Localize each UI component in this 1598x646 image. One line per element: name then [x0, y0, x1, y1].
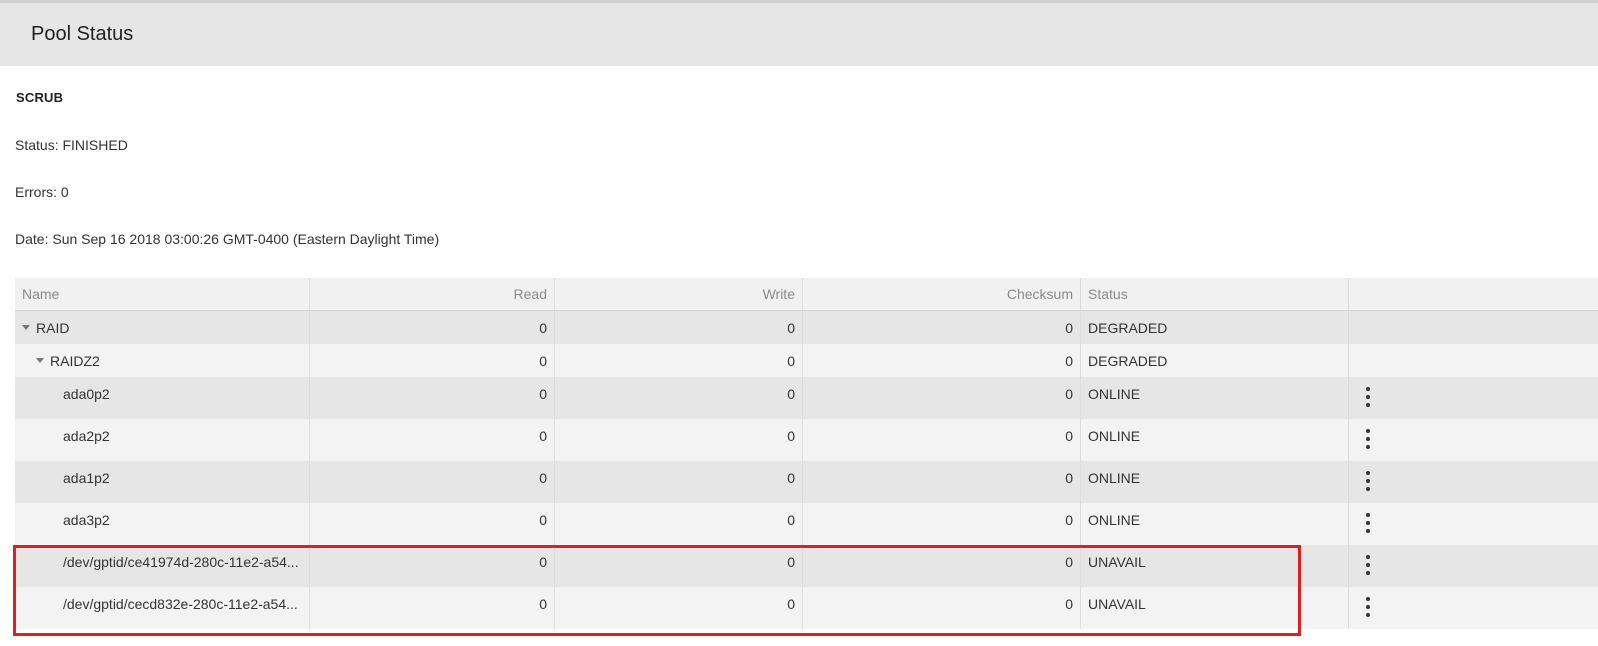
- column-header-write[interactable]: Write: [555, 278, 803, 310]
- write-cell: 0: [555, 419, 803, 461]
- status-cell: UNAVAIL: [1081, 587, 1349, 629]
- write-cell: 0: [555, 587, 803, 629]
- name-cell: /dev/gptid/ce41974d-280c-11e2-a54...: [15, 545, 310, 587]
- table-row: /dev/gptid/cecd832e-280c-11e2-a54... 0 0…: [15, 587, 1598, 629]
- write-cell: 0: [555, 377, 803, 419]
- checksum-cell: 0: [803, 344, 1081, 377]
- caret-down-icon[interactable]: [36, 358, 44, 363]
- table-row-raidz2: RAIDZ2 0 0 0 DEGRADED: [15, 344, 1598, 377]
- pool-status-table: Name Read Write Checksum Status RAID 0 0…: [15, 278, 1598, 629]
- table-row: /dev/gptid/ce41974d-280c-11e2-a54... 0 0…: [15, 545, 1598, 587]
- checksum-cell: 0: [803, 545, 1081, 587]
- write-cell: 0: [555, 503, 803, 545]
- checksum-cell: 0: [803, 311, 1081, 344]
- table-row-raid: RAID 0 0 0 DEGRADED: [15, 311, 1598, 344]
- checksum-cell: 0: [803, 503, 1081, 545]
- status-cell: DEGRADED: [1081, 344, 1349, 377]
- write-cell: 0: [555, 461, 803, 503]
- scrub-date: Date: Sun Sep 16 2018 03:00:26 GMT-0400 …: [15, 231, 440, 247]
- row-name: /dev/gptid/cecd832e-280c-11e2-a54...: [63, 596, 298, 612]
- name-cell: ada2p2: [15, 419, 310, 461]
- name-cell: ada1p2: [15, 461, 310, 503]
- actions-cell: [1349, 503, 1598, 545]
- checksum-cell: 0: [803, 461, 1081, 503]
- actions-cell: [1349, 344, 1598, 377]
- read-cell: 0: [310, 419, 555, 461]
- table-row: ada0p2 0 0 0 ONLINE: [15, 377, 1598, 419]
- more-vert-icon[interactable]: [1364, 513, 1372, 533]
- column-header-status[interactable]: Status: [1081, 278, 1349, 310]
- column-header-name[interactable]: Name: [15, 278, 310, 310]
- scrub-status: Status: FINISHED: [15, 137, 128, 153]
- column-header-read[interactable]: Read: [310, 278, 555, 310]
- read-cell: 0: [310, 377, 555, 419]
- checksum-cell: 0: [803, 587, 1081, 629]
- row-name: ada1p2: [63, 470, 110, 486]
- read-cell: 0: [310, 311, 555, 344]
- more-vert-icon[interactable]: [1364, 597, 1372, 617]
- name-cell: /dev/gptid/cecd832e-280c-11e2-a54...: [15, 587, 310, 629]
- actions-cell: [1349, 419, 1598, 461]
- write-cell: 0: [555, 311, 803, 344]
- column-header-checksum[interactable]: Checksum: [803, 278, 1081, 310]
- status-cell: ONLINE: [1081, 377, 1349, 419]
- actions-cell: [1349, 461, 1598, 503]
- write-cell: 0: [555, 344, 803, 377]
- row-name: /dev/gptid/ce41974d-280c-11e2-a54...: [63, 554, 299, 570]
- table-row: ada3p2 0 0 0 ONLINE: [15, 503, 1598, 545]
- row-name: ada2p2: [63, 428, 110, 444]
- actions-cell: [1349, 311, 1598, 344]
- read-cell: 0: [310, 545, 555, 587]
- row-name: RAIDZ2: [50, 353, 100, 369]
- name-cell: RAID: [15, 311, 310, 344]
- read-cell: 0: [310, 461, 555, 503]
- name-cell: ada3p2: [15, 503, 310, 545]
- table-row: ada2p2 0 0 0 ONLINE: [15, 419, 1598, 461]
- status-cell: ONLINE: [1081, 419, 1349, 461]
- actions-cell: [1349, 587, 1598, 629]
- status-cell: ONLINE: [1081, 503, 1349, 545]
- read-cell: 0: [310, 503, 555, 545]
- write-cell: 0: [555, 545, 803, 587]
- page-title: Pool Status: [31, 23, 134, 45]
- actions-cell: [1349, 545, 1598, 587]
- status-cell: DEGRADED: [1081, 311, 1349, 344]
- name-cell: ada0p2: [15, 377, 310, 419]
- caret-down-icon[interactable]: [22, 325, 30, 330]
- read-cell: 0: [310, 587, 555, 629]
- row-name: ada0p2: [63, 386, 110, 402]
- more-vert-icon[interactable]: [1364, 429, 1372, 449]
- status-cell: UNAVAIL: [1081, 545, 1349, 587]
- checksum-cell: 0: [803, 419, 1081, 461]
- row-name: RAID: [36, 320, 70, 336]
- table-header-row: Name Read Write Checksum Status: [15, 278, 1598, 311]
- name-cell: RAIDZ2: [15, 344, 310, 377]
- scrub-errors: Errors: 0: [15, 184, 69, 200]
- actions-cell: [1349, 377, 1598, 419]
- page-header: Pool Status: [0, 3, 1598, 66]
- checksum-cell: 0: [803, 377, 1081, 419]
- more-vert-icon[interactable]: [1364, 387, 1372, 407]
- row-name: ada3p2: [63, 512, 110, 528]
- more-vert-icon[interactable]: [1364, 555, 1372, 575]
- status-cell: ONLINE: [1081, 461, 1349, 503]
- column-header-actions: [1349, 278, 1598, 310]
- scrub-section-label: SCRUB: [16, 90, 64, 105]
- more-vert-icon[interactable]: [1364, 471, 1372, 491]
- read-cell: 0: [310, 344, 555, 377]
- table-row: ada1p2 0 0 0 ONLINE: [15, 461, 1598, 503]
